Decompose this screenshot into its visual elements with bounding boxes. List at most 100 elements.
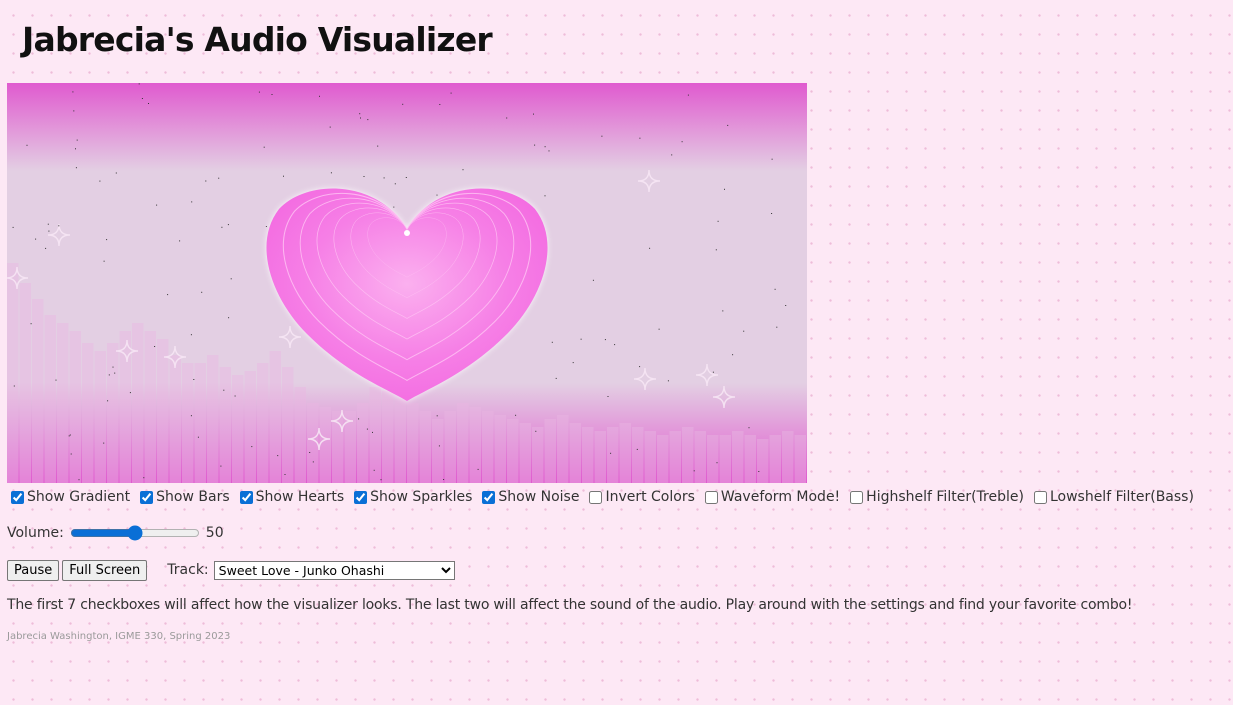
noise-dot (758, 471, 760, 472)
noise-dot (148, 103, 149, 104)
checkbox-option[interactable]: Highshelf Filter(Treble) (847, 489, 1024, 505)
noise-dot (439, 104, 441, 105)
noise-dot (221, 226, 223, 228)
frequency-bar (94, 351, 106, 483)
frequency-bar (294, 387, 306, 483)
checkbox-input[interactable] (11, 490, 24, 504)
track-select[interactable]: Sweet Love - Junko Ohashi (213, 560, 455, 580)
noise-dot (223, 389, 225, 391)
checkbox-option[interactable]: Waveform Mode! (702, 489, 840, 505)
noise-dot (193, 379, 195, 380)
noise-dot (271, 94, 273, 95)
noise-dot (722, 310, 724, 312)
frequency-bar (769, 435, 781, 483)
checkbox-input[interactable] (354, 490, 368, 504)
track-label: Track: (167, 562, 209, 578)
frequency-bar (432, 419, 444, 483)
checkbox-option[interactable]: Show Sparkles (351, 489, 472, 505)
checkbox-label: Invert Colors (605, 489, 695, 505)
checkbox-input[interactable] (482, 490, 496, 504)
frequency-bar (382, 391, 394, 483)
fullscreen-button[interactable]: Full Screen (62, 559, 148, 581)
noise-dot (667, 380, 669, 382)
frequency-bar (644, 431, 656, 483)
noise-dot (548, 150, 550, 152)
checkbox-input[interactable] (704, 490, 718, 504)
noise-dot (190, 415, 192, 417)
noise-dot (218, 177, 220, 179)
checkbox-input[interactable] (239, 490, 253, 504)
pause-button[interactable]: Pause (7, 559, 60, 581)
frequency-bar (269, 351, 281, 483)
page-title: Jabrecia's Audio Visualizer (22, 20, 493, 59)
visualizer-canvas[interactable] (7, 83, 807, 483)
noise-dot (771, 213, 773, 214)
checkbox-option[interactable]: Show Hearts (237, 489, 344, 505)
checkbox-input[interactable] (1033, 490, 1047, 504)
noise-dot (681, 141, 683, 143)
checkbox-option[interactable]: Invert Colors (586, 489, 695, 505)
noise-dot (205, 180, 207, 182)
checkbox-label: Show Gradient (27, 489, 131, 505)
noise-dot (234, 395, 236, 397)
frequency-bar (782, 431, 794, 483)
frequency-bar (319, 407, 331, 483)
noise-dot (693, 470, 695, 472)
frequency-bar (732, 431, 744, 483)
frequency-bar (57, 323, 69, 483)
noise-dot (771, 158, 773, 160)
noise-dot (112, 366, 114, 368)
checkbox-option[interactable]: Show Gradient (8, 489, 130, 505)
frequency-bar (232, 375, 244, 483)
checkbox-input[interactable] (850, 490, 864, 504)
visualizer-graphic (7, 83, 807, 483)
noise-dot (129, 392, 131, 394)
noise-dot (671, 154, 673, 156)
noise-dot (506, 117, 508, 119)
noise-dot (265, 226, 267, 227)
volume-slider[interactable] (69, 525, 200, 541)
checkbox-option[interactable]: Lowshelf Filter(Bass) (1031, 489, 1194, 505)
noise-dot (141, 98, 143, 99)
frequency-bar (557, 415, 569, 483)
noise-dot (436, 194, 438, 196)
noise-dot (405, 177, 407, 178)
frequency-bar (569, 423, 581, 483)
frequency-bar (507, 419, 519, 483)
footer-credit: Jabrecia Washington, IGME 330, Spring 20… (7, 631, 231, 642)
noise-dot (277, 455, 279, 457)
noise-dot (601, 135, 603, 137)
noise-dot (748, 427, 750, 429)
noise-dot (436, 415, 438, 417)
noise-dot (329, 126, 331, 128)
noise-dot (284, 474, 286, 475)
noise-dot (312, 461, 314, 463)
frequency-bar (619, 423, 631, 483)
noise-dot (220, 465, 222, 467)
frequency-bar (19, 283, 31, 483)
noise-dot (544, 146, 546, 148)
frequency-bar (744, 435, 756, 483)
noise-dot (47, 223, 49, 225)
checkbox-option[interactable]: Show Bars (137, 489, 230, 505)
noise-dot (138, 83, 140, 85)
frequency-bar (244, 371, 256, 483)
noise-dot (604, 339, 606, 341)
instructions-text: The first 7 checkboxes will affect how t… (7, 597, 1133, 613)
noise-dot (72, 91, 74, 93)
playback-controls: Pause Full Screen Track: Sweet Love - Ju… (7, 559, 455, 581)
noise-dot (76, 139, 78, 141)
frequency-bar (32, 299, 44, 483)
frequency-bar (182, 363, 194, 483)
frequency-bar (257, 363, 269, 483)
checkbox-input[interactable] (140, 490, 154, 504)
noise-dot (450, 92, 452, 94)
noise-dot (610, 452, 612, 454)
checkbox-option[interactable]: Show Noise (479, 489, 579, 505)
noise-dot (251, 446, 253, 448)
frequency-bar (582, 427, 594, 483)
checkbox-label: Show Hearts (255, 489, 345, 505)
checkbox-input[interactable] (589, 490, 603, 504)
noise-dot (359, 113, 361, 115)
visual-options: Show Gradient Show Bars Show Hearts Show Sp… (8, 487, 1201, 507)
